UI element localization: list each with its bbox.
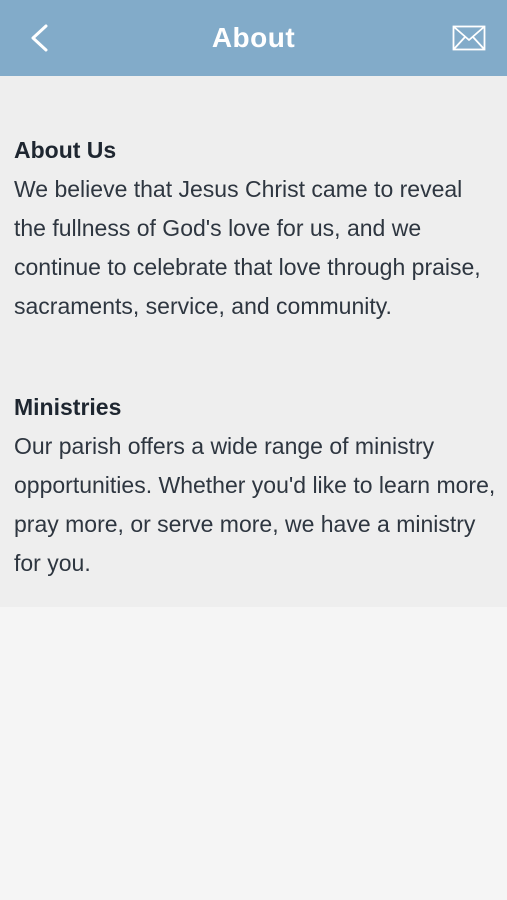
page-title: About — [211, 22, 296, 53]
back-button[interactable] — [22, 20, 56, 56]
chevron-left-icon — [31, 24, 48, 52]
app-header: About — [0, 0, 507, 76]
section-title: Ministries — [14, 394, 122, 420]
section-body: We believe that Jesus Christ came to rev… — [14, 176, 481, 319]
envelope-icon — [452, 25, 486, 51]
section-title: About Us — [14, 137, 117, 163]
content-panel: About Us We believe that Jesus Christ ca… — [0, 76, 507, 607]
about-us-section: About Us We believe that Jesus Christ ca… — [14, 134, 499, 326]
section-body: Our parish offers a wide range of minist… — [14, 433, 496, 576]
ministries-section: Ministries Our parish offers a wide rang… — [14, 391, 499, 583]
email-button[interactable] — [451, 22, 487, 54]
